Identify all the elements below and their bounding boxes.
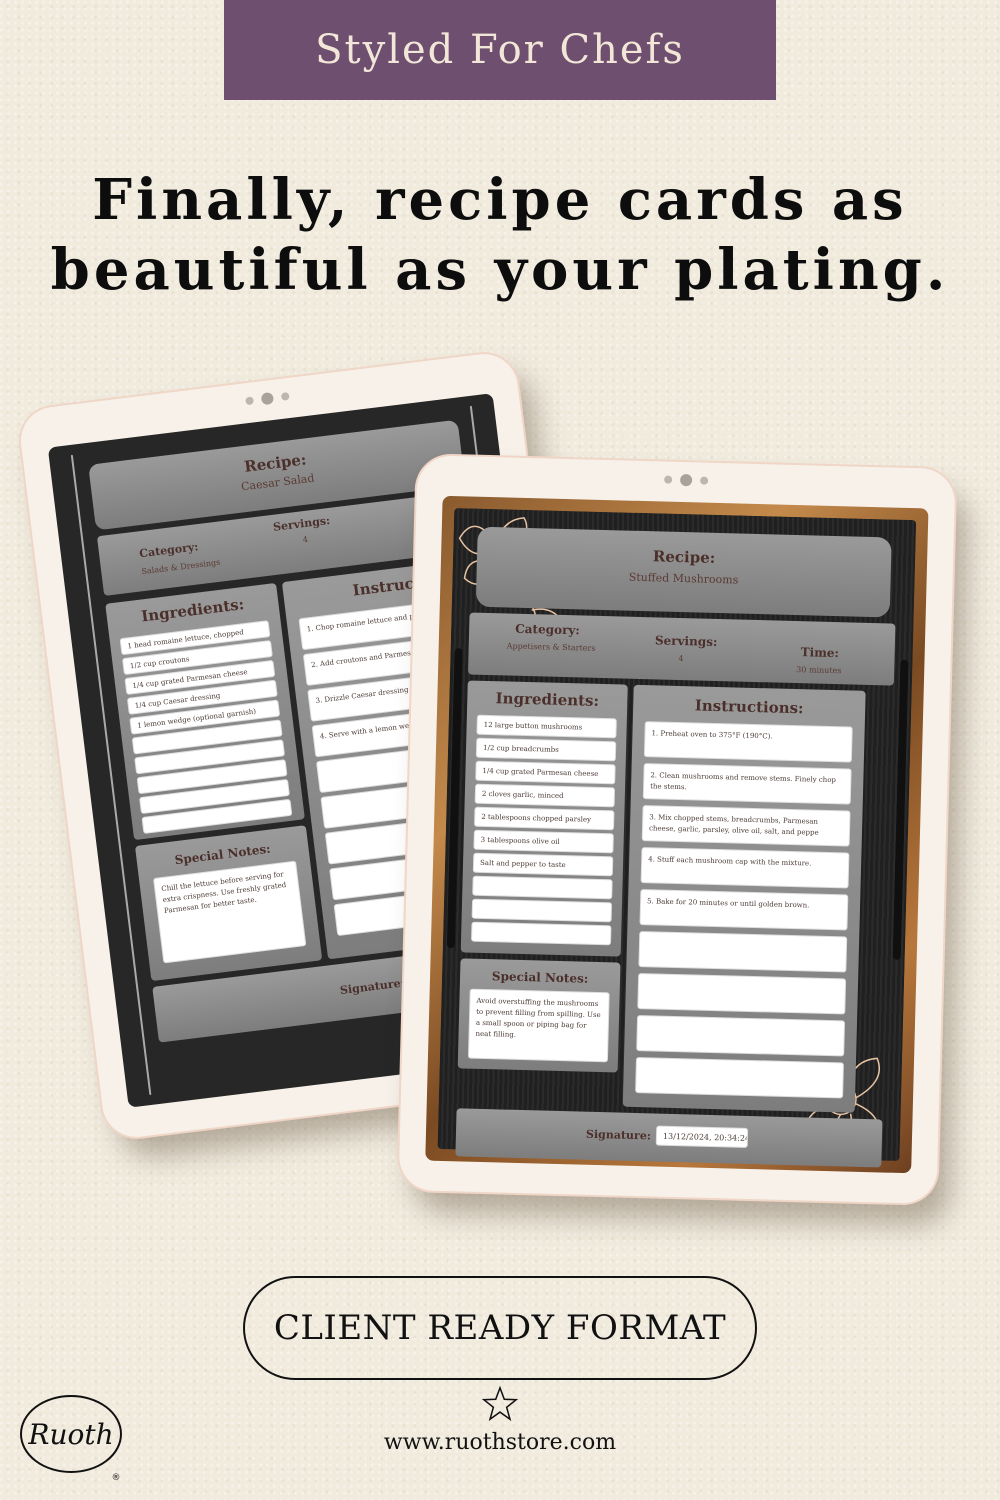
ingredient-field[interactable]: 3 tablespoons olive oil (473, 829, 614, 854)
instructions-panel: Instructions: 1. Preheat oven to 375°F (… (622, 684, 866, 1113)
instruction-field[interactable] (636, 1015, 846, 1057)
ingredient-field[interactable]: 2 cloves garlic, minced (474, 783, 616, 808)
instructions-label: Instructions: (694, 696, 804, 718)
category-label: Category: (515, 621, 580, 638)
ingredients-label: Ingredients: (495, 689, 600, 710)
servings-value: 4 (678, 653, 684, 664)
notes-label: Special Notes: (491, 969, 589, 986)
instruction-field[interactable]: 2. Clean mushrooms and remove stems. Fin… (642, 763, 852, 805)
cta-label: CLIENT READY FORMAT (273, 1308, 727, 1348)
notes-field[interactable]: Avoid overstuffing the mushrooms to prev… (467, 988, 610, 1063)
headline: Finally, recipe cards as beautiful as yo… (0, 165, 1000, 305)
servings-label: Servings: (272, 513, 331, 534)
category-value: Appetisers & Starters (506, 641, 596, 653)
notes-panel: Special Notes: Avoid overstuffing the mu… (457, 958, 621, 1073)
signature-panel: Signature: 13/12/2024, 20:34:24 (455, 1108, 883, 1168)
recipe-name: Stuffed Mushrooms (628, 570, 739, 587)
ingredient-field[interactable]: 1/2 cup breadcrumbs (475, 737, 617, 762)
ingredient-field[interactable] (472, 875, 613, 900)
ingredient-field[interactable]: 1/4 cup grated Parmesan cheese (475, 760, 616, 785)
time-label: Time: (800, 645, 840, 661)
recipe-card-stuffed-mushrooms: Recipe: Stuffed Mushrooms Category: Appe… (425, 495, 929, 1174)
website-link[interactable]: www.ruothstore.com (0, 1430, 1000, 1455)
ingredients-panel: Ingredients: 1 head romaine lettuce, cho… (105, 582, 305, 841)
svg-text:®: ® (112, 1473, 121, 1483)
time-value: 30 minutes (796, 665, 842, 676)
camera-icon (245, 390, 290, 407)
banner-label: Styled For Chefs (315, 27, 685, 73)
client-ready-button[interactable]: CLIENT READY FORMAT (243, 1276, 757, 1380)
category-label: Category: (138, 540, 199, 561)
servings-value: 4 (302, 534, 309, 545)
notes-field[interactable]: Chill the lettuce before serving for ext… (152, 860, 307, 964)
notes-panel: Special Notes: Chill the lettuce before … (134, 825, 323, 982)
camera-icon (664, 473, 709, 487)
headline-line-2: beautiful as your plating. (50, 237, 950, 303)
ingredients-panel: Ingredients: 12 large button mushrooms 1/… (460, 680, 628, 957)
signature-field[interactable]: 13/12/2024, 20:34:24 (655, 1125, 749, 1148)
servings-label: Servings: (654, 633, 718, 649)
star-outline-icon (481, 1385, 519, 1422)
instruction-field[interactable] (638, 931, 848, 973)
meta-panel: Category: Appetisers & Starters Servings… (467, 612, 896, 686)
ingredient-field[interactable]: Salt and pepper to taste (472, 852, 614, 877)
signature-label: Signature: (585, 1127, 652, 1143)
ingredient-field[interactable]: 2 tablespoons chopped parsley (474, 806, 615, 831)
recipe-header: Recipe: Stuffed Mushrooms (475, 526, 892, 618)
tablet-front: Recipe: Stuffed Mushrooms Category: Appe… (398, 455, 956, 1204)
category-value: Salads & Dressings (141, 557, 221, 577)
top-banner: Styled For Chefs (224, 0, 776, 100)
instruction-field[interactable]: 4. Stuff each mushroom cap with the mixt… (640, 847, 850, 889)
ruoth-logo: Ruoth ® (20, 1395, 122, 1483)
headline-line-1: Finally, recipe cards as (92, 167, 908, 233)
instruction-field[interactable]: 5. Bake for 20 minutes or until golden b… (639, 889, 849, 931)
instruction-field[interactable]: 3. Mix chopped stems, breadcrumbs, Parme… (641, 805, 851, 847)
ingredient-field[interactable]: 12 large button mushrooms (476, 714, 617, 739)
recipe-label: Recipe: (652, 547, 716, 567)
signature-label: Signature: (339, 976, 406, 998)
instruction-field[interactable]: 1. Preheat oven to 375°F (190°C). (643, 721, 853, 763)
ingredient-field[interactable] (470, 921, 612, 946)
instruction-field[interactable] (637, 973, 847, 1015)
svg-text:Ruoth: Ruoth (27, 1418, 113, 1451)
instruction-field[interactable] (635, 1057, 844, 1099)
ingredient-field[interactable] (471, 898, 613, 923)
